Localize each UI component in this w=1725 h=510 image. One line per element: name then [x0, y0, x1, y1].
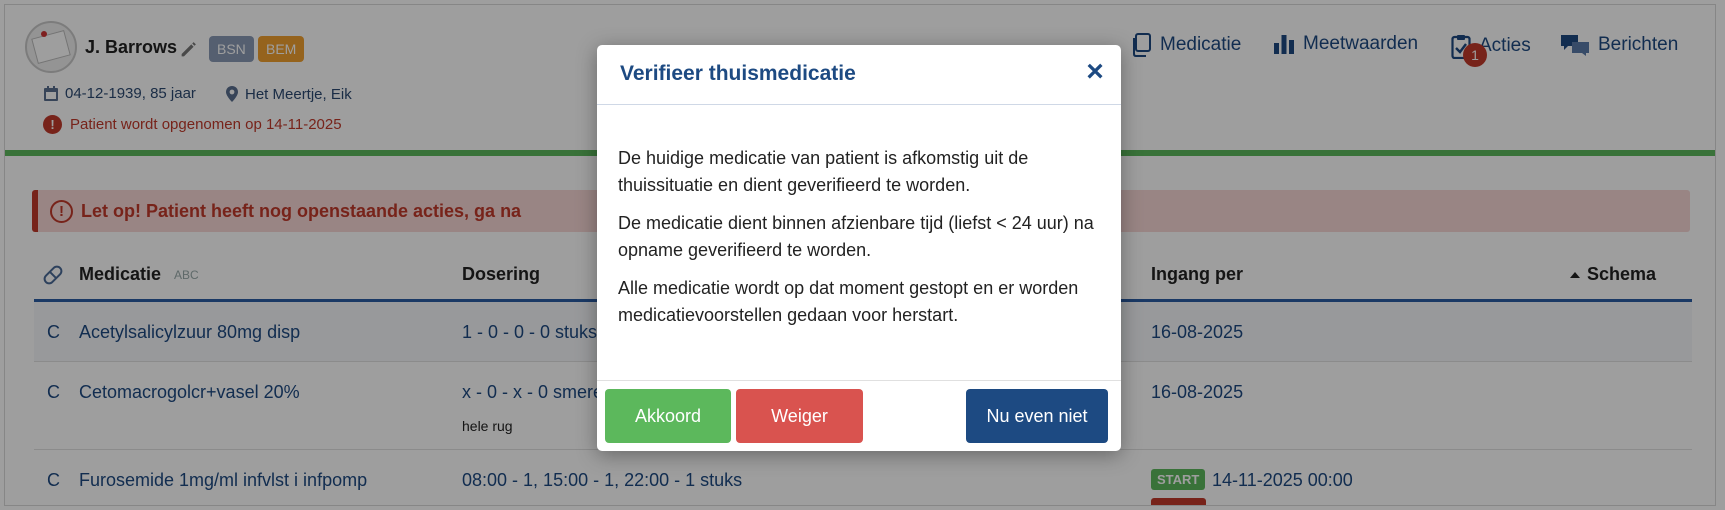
modal-body: De huidige medicatie van patient is afko…: [618, 145, 1108, 340]
modal-paragraph: Alle medicatie wordt op dat moment gesto…: [618, 278, 1079, 325]
modal-title: Verifieer thuismedicatie: [620, 62, 856, 85]
verify-home-medication-dialog: Verifieer thuismedicatie × De huidige me…: [597, 45, 1121, 451]
close-icon[interactable]: ×: [1080, 57, 1110, 88]
modal-paragraph: De huidige medicatie van patient is afko…: [618, 148, 1029, 195]
nu-even-niet-button[interactable]: Nu even niet: [966, 389, 1108, 443]
weiger-button[interactable]: Weiger: [736, 389, 863, 443]
modal-paragraph: De medicatie dient binnen afzienbare tij…: [618, 213, 1094, 260]
modal-header: Verifieer thuismedicatie ×: [597, 45, 1121, 105]
akkoord-button[interactable]: Akkoord: [605, 389, 731, 443]
